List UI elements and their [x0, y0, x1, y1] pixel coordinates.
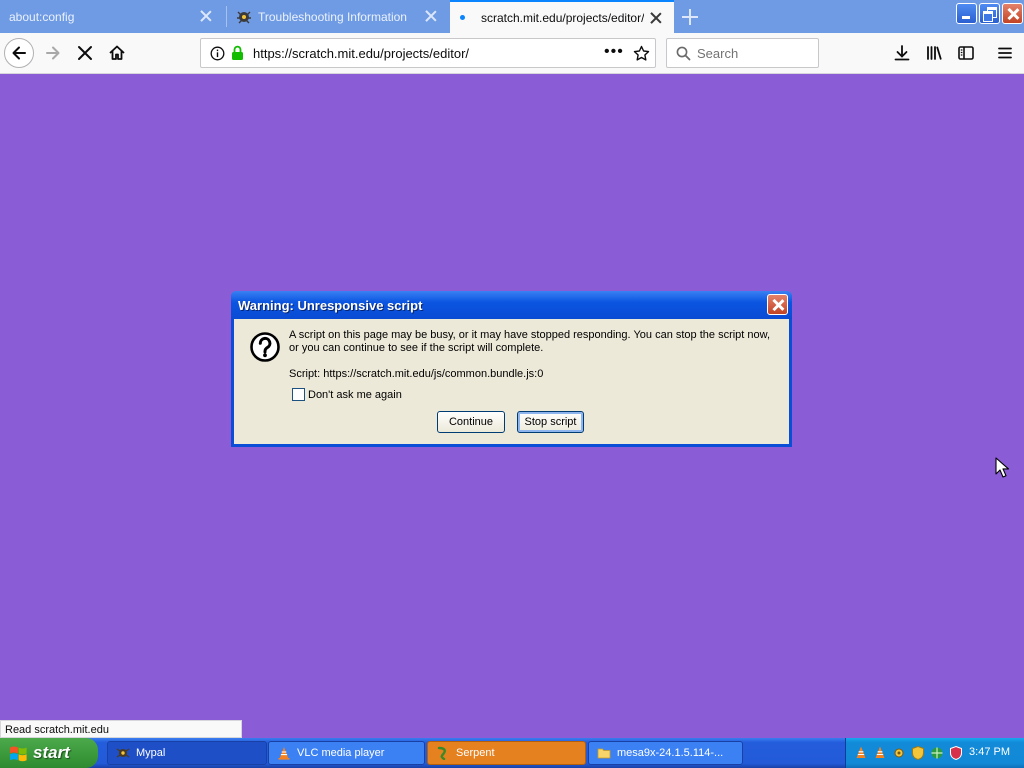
status-text: Read scratch.mit.edu — [5, 724, 109, 736]
security-shield-icon[interactable] — [910, 745, 926, 761]
windows-flag-icon — [10, 746, 27, 762]
system-tray: 3:47 PM — [845, 738, 1024, 768]
stop-script-button[interactable]: Stop script — [517, 411, 584, 433]
minimize-button[interactable] — [956, 3, 977, 24]
tab-label: about:config — [9, 9, 75, 24]
continue-button[interactable]: Continue — [437, 411, 505, 433]
search-placeholder: Search — [697, 46, 739, 61]
sidebar-button[interactable] — [951, 38, 981, 68]
tab-close-icon[interactable] — [200, 10, 212, 22]
start-label: start — [33, 743, 70, 762]
hamburger-icon — [998, 47, 1012, 59]
page-actions-icon[interactable]: ••• — [604, 43, 624, 61]
url-bar[interactable]: https://scratch.mit.edu/projects/editor/… — [200, 38, 656, 68]
tab-close-icon[interactable] — [650, 12, 662, 24]
mypal-icon — [116, 748, 130, 758]
library-icon — [927, 46, 942, 60]
status-panel: Read scratch.mit.edu — [0, 720, 242, 738]
search-box[interactable]: Search — [666, 38, 819, 68]
forward-button[interactable] — [38, 38, 68, 68]
arrow-left-icon — [12, 46, 26, 60]
restore-button[interactable] — [979, 3, 1000, 24]
taskbar-item-mypal[interactable]: Mypal — [107, 741, 267, 765]
taskbar-item-serpent[interactable]: Serpent — [427, 741, 586, 765]
lock-icon[interactable] — [231, 45, 244, 61]
arrow-right-icon — [46, 46, 60, 60]
dialog-body: A script on this page may be busy, or it… — [234, 319, 789, 444]
vlc-cone-icon — [278, 747, 290, 760]
navigation-toolbar: https://scratch.mit.edu/projects/editor/… — [0, 33, 1024, 74]
stop-loading-button[interactable] — [70, 38, 100, 68]
download-icon — [894, 45, 910, 61]
dialog-message: A script on this page may be busy, or it… — [289, 329, 771, 354]
tab-about-config[interactable]: about:config — [0, 0, 224, 33]
dialog-title-bar: Warning: Unresponsive script — [231, 291, 792, 319]
taskbar-item-vlc[interactable]: VLC media player — [268, 741, 425, 765]
dialog-title: Warning: Unresponsive script — [238, 297, 423, 313]
settings-tray-icon[interactable] — [891, 745, 907, 761]
url-text[interactable]: https://scratch.mit.edu/projects/editor/ — [253, 46, 469, 61]
clock: 3:47 PM — [969, 746, 1010, 758]
taskbar: start Mypal VLC media player Serpent mes… — [0, 738, 1024, 768]
folder-icon — [597, 748, 611, 759]
sidebar-icon — [958, 46, 974, 60]
vlc-tray-icon[interactable] — [853, 745, 869, 761]
checkbox-box[interactable] — [292, 388, 305, 401]
back-button[interactable] — [4, 38, 34, 68]
taskbar-item-mesa9x-folder[interactable]: mesa9x-24.1.5.114-... — [588, 741, 743, 765]
tab-label: scratch.mit.edu/projects/editor/ — [481, 10, 645, 25]
loading-indicator-icon — [460, 15, 465, 20]
tab-strip: about:config Troubleshooting Information… — [0, 0, 1024, 33]
question-icon — [250, 332, 280, 362]
serpent-icon — [437, 746, 446, 760]
info-icon[interactable] — [210, 46, 225, 61]
task-label: Mypal — [136, 747, 166, 759]
tab-label: Troubleshooting Information — [258, 9, 407, 24]
antivirus-tray-icon[interactable] — [948, 745, 964, 761]
home-button[interactable] — [102, 38, 132, 68]
menu-button[interactable] — [990, 38, 1020, 68]
task-label: Serpent — [456, 747, 495, 759]
stop-x-icon — [78, 46, 92, 60]
network-tray-icon[interactable] — [929, 745, 945, 761]
vlc-tray-icon-2[interactable] — [872, 745, 888, 761]
unresponsive-script-dialog: Warning: Unresponsive script A script on… — [231, 291, 792, 447]
task-label: VLC media player — [297, 747, 385, 759]
task-label: mesa9x-24.1.5.114-... — [617, 747, 724, 759]
tab-close-icon[interactable] — [425, 10, 437, 22]
tab-scratch-editor[interactable]: scratch.mit.edu/projects/editor/ — [450, 0, 674, 33]
mouse-cursor-icon — [995, 457, 1009, 478]
checkbox-label: Don't ask me again — [308, 388, 402, 401]
downloads-button[interactable] — [887, 38, 917, 68]
window-close-button[interactable] — [1002, 3, 1023, 24]
new-tab-icon[interactable] — [680, 7, 700, 27]
troubleshooting-icon — [237, 11, 251, 23]
dialog-close-button[interactable] — [767, 294, 788, 315]
dialog-script-path: Script: https://scratch.mit.edu/js/commo… — [289, 368, 544, 380]
start-button[interactable]: start — [0, 738, 98, 768]
dont-ask-again-checkbox[interactable]: Don't ask me again — [292, 388, 402, 401]
library-button[interactable] — [919, 38, 949, 68]
bookmark-star-icon[interactable] — [633, 45, 650, 62]
home-icon — [109, 45, 125, 60]
tab-troubleshooting[interactable]: Troubleshooting Information — [227, 0, 449, 33]
search-icon — [676, 46, 691, 61]
